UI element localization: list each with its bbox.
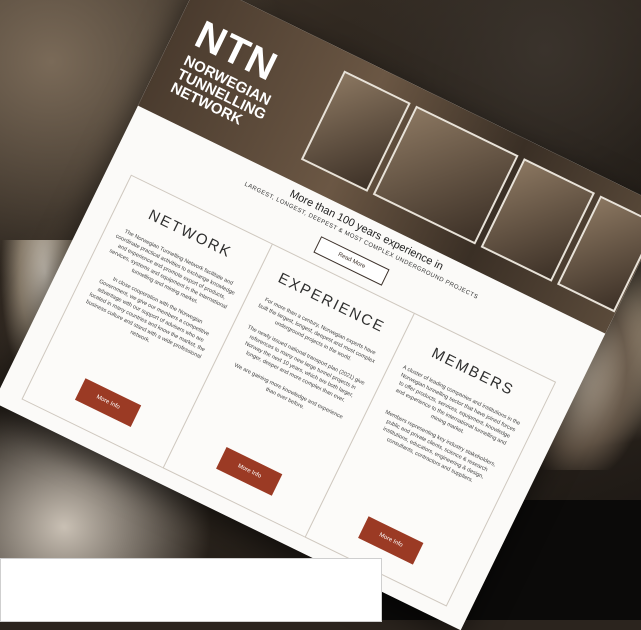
blank-panel	[0, 558, 382, 622]
more-info-button[interactable]: More Info	[216, 447, 283, 496]
site-logo[interactable]: NTN Norwegian Tunnelling Network	[168, 13, 315, 146]
more-info-button[interactable]: More Info	[75, 378, 141, 427]
